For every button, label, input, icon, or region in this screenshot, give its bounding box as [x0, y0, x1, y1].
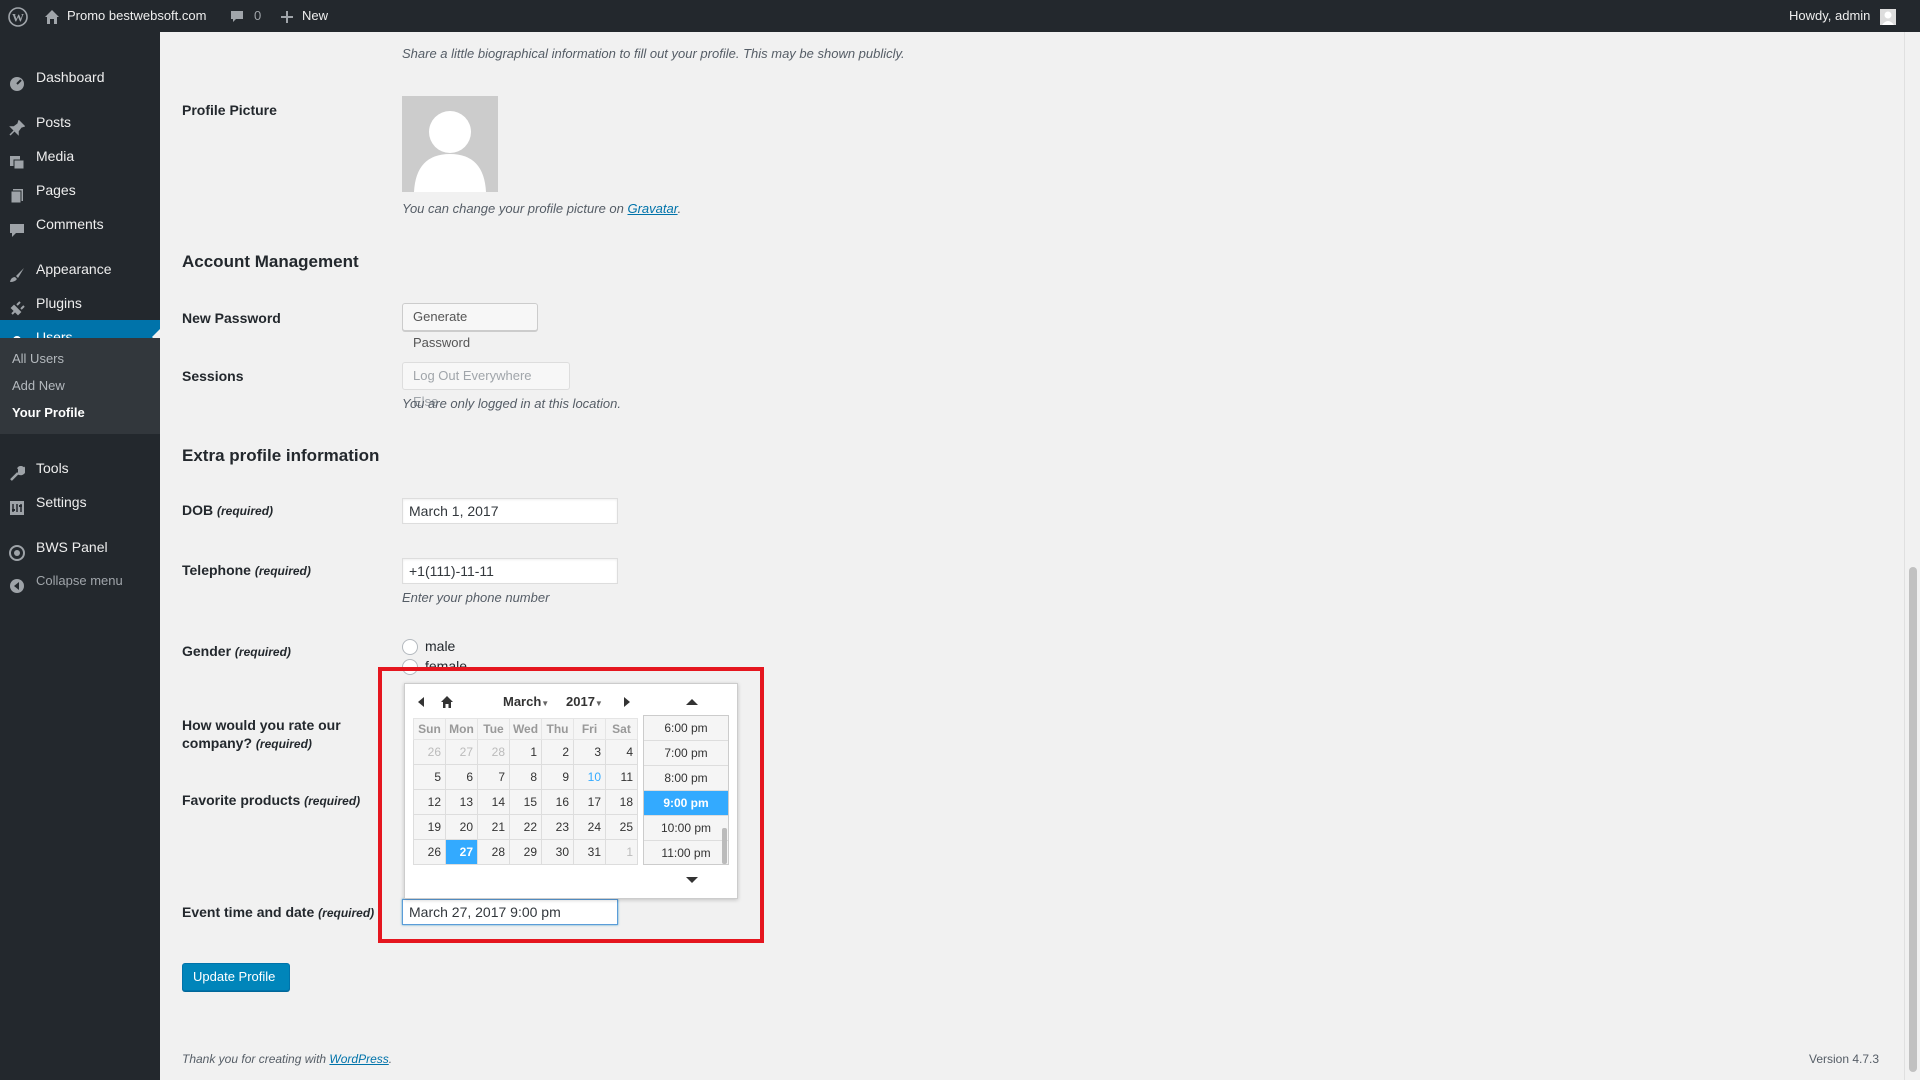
- label-text: Telephone: [182, 562, 251, 578]
- menu-label: Posts: [36, 114, 72, 130]
- account-management-title: Account Management: [182, 252, 359, 271]
- menu-label: Plugins: [36, 295, 82, 311]
- label-text: company?: [182, 735, 253, 751]
- admin-sidebar: Dashboard Posts Media Pages Comments App…: [0, 32, 160, 1080]
- label-text: Favorite products: [182, 792, 301, 808]
- home-icon[interactable]: [44, 0, 60, 32]
- logout-everywhere-button[interactable]: Log Out Everywhere Else: [402, 362, 570, 409]
- required-tag: (required): [254, 564, 311, 578]
- comment-icon: [9, 216, 25, 237]
- avatar-placeholder-icon: [414, 111, 486, 192]
- telephone-label: Telephone (required): [182, 562, 311, 578]
- desc-text: You can change your profile picture on: [402, 201, 628, 216]
- dashboard-icon: [9, 69, 25, 91]
- label-text: DOB: [182, 502, 214, 518]
- menu-appearance[interactable]: Appearance: [0, 252, 160, 286]
- sessions-label: Sessions: [182, 368, 244, 384]
- admin-bar: W Promo bestwebsoft.com 0 New Howdy, adm…: [0, 0, 1920, 32]
- footer-text: Thank you for creating with: [182, 1052, 330, 1066]
- telephone-input[interactable]: +1(111)-11-11: [402, 558, 618, 584]
- comments-count[interactable]: 0: [254, 0, 261, 32]
- comments-icon[interactable]: [230, 0, 244, 32]
- menu-label: Pages: [36, 182, 76, 198]
- menu-posts[interactable]: Posts: [0, 105, 160, 139]
- event-datetime-label: Event time and date (required): [182, 904, 374, 920]
- menu-label: Dashboard: [36, 69, 105, 85]
- label-text: Event time and date: [182, 904, 315, 920]
- update-profile-button[interactable]: Update Profile: [182, 963, 290, 991]
- menu-label: Media: [36, 148, 75, 164]
- label-text: How would you rate our: [182, 717, 341, 733]
- menu-label: Tools: [36, 460, 69, 476]
- highlight-box: [378, 667, 764, 943]
- footer-text: .: [388, 1052, 393, 1066]
- svg-text:W: W: [12, 10, 24, 24]
- menu-tools[interactable]: Tools: [0, 451, 160, 485]
- submenu-your-profile[interactable]: Your Profile: [12, 405, 85, 420]
- dob-input[interactable]: March 1, 2017: [402, 498, 618, 524]
- page-icon: [9, 182, 25, 204]
- users-submenu: All Users Add New Your Profile: [0, 338, 160, 434]
- gravatar-link[interactable]: Gravatar: [627, 201, 677, 216]
- brush-icon: [9, 261, 25, 282]
- plug-icon: [9, 295, 25, 316]
- plus-icon[interactable]: [280, 0, 294, 32]
- menu-settings[interactable]: Settings: [0, 485, 160, 519]
- required-tag: (required): [217, 504, 274, 518]
- collapse-icon: [9, 573, 25, 593]
- profile-picture-label: Profile Picture: [182, 102, 277, 118]
- avatar: [402, 96, 498, 192]
- gender-male-label: male: [425, 638, 456, 654]
- gender-male-radio[interactable]: [402, 639, 418, 655]
- menu-collapse[interactable]: Collapse menu: [0, 564, 160, 598]
- gender-label: Gender (required): [182, 643, 291, 659]
- menu-label: Comments: [36, 216, 104, 232]
- avatar[interactable]: [1880, 8, 1896, 25]
- menu-media[interactable]: Media: [0, 139, 160, 173]
- menu-dashboard[interactable]: Dashboard: [0, 60, 160, 94]
- page-scrollbar[interactable]: [1904, 32, 1920, 1080]
- media-icon: [9, 148, 25, 170]
- menu-label: Appearance: [36, 261, 112, 277]
- bio-description: Share a little biographical information …: [402, 46, 905, 61]
- required-tag: (required): [304, 794, 361, 808]
- required-tag: (required): [234, 645, 291, 659]
- menu-label: BWS Panel: [36, 539, 108, 555]
- required-tag: (required): [318, 906, 375, 920]
- desc-text: .: [677, 201, 682, 216]
- extra-profile-title: Extra profile information: [182, 446, 380, 465]
- settings-icon: [9, 494, 25, 515]
- footer-thanks: Thank you for creating with WordPress.: [182, 1052, 392, 1066]
- menu-comments[interactable]: Comments: [0, 207, 160, 241]
- howdy-account-link[interactable]: Howdy, admin: [1789, 0, 1870, 32]
- menu-label: Settings: [36, 494, 87, 510]
- required-tag: (required): [255, 737, 312, 751]
- footer-version: Version 4.7.3: [1809, 1052, 1880, 1066]
- wrench-icon: [9, 460, 26, 481]
- pin-icon: [9, 114, 26, 136]
- wordpress-link[interactable]: WordPress: [329, 1052, 388, 1066]
- wordpress-logo-icon[interactable]: W: [8, 0, 28, 32]
- submenu-all-users[interactable]: All Users: [12, 351, 64, 366]
- sessions-description: You are only logged in at this location.: [402, 396, 621, 411]
- menu-label: Collapse menu: [36, 573, 123, 588]
- rate-company-label: How would you rate our company? (require…: [182, 716, 341, 753]
- site-name-link[interactable]: Promo bestwebsoft.com: [67, 0, 206, 32]
- new-password-label: New Password: [182, 310, 281, 326]
- menu-plugins[interactable]: Plugins: [0, 286, 160, 320]
- generate-password-button[interactable]: Generate Password: [402, 303, 538, 350]
- telephone-description: Enter your phone number: [402, 590, 550, 605]
- favorite-products-label: Favorite products (required): [182, 792, 360, 808]
- scrollbar-thumb[interactable]: [1909, 567, 1917, 1072]
- new-content-link[interactable]: New: [302, 0, 328, 32]
- dob-label: DOB (required): [182, 502, 273, 518]
- menu-pages[interactable]: Pages: [0, 173, 160, 207]
- label-text: Gender: [182, 643, 232, 659]
- profile-picture-description: You can change your profile picture on G…: [402, 201, 681, 216]
- bws-icon: [9, 539, 25, 561]
- menu-bws-panel[interactable]: BWS Panel: [0, 530, 160, 564]
- submenu-add-new[interactable]: Add New: [12, 378, 65, 393]
